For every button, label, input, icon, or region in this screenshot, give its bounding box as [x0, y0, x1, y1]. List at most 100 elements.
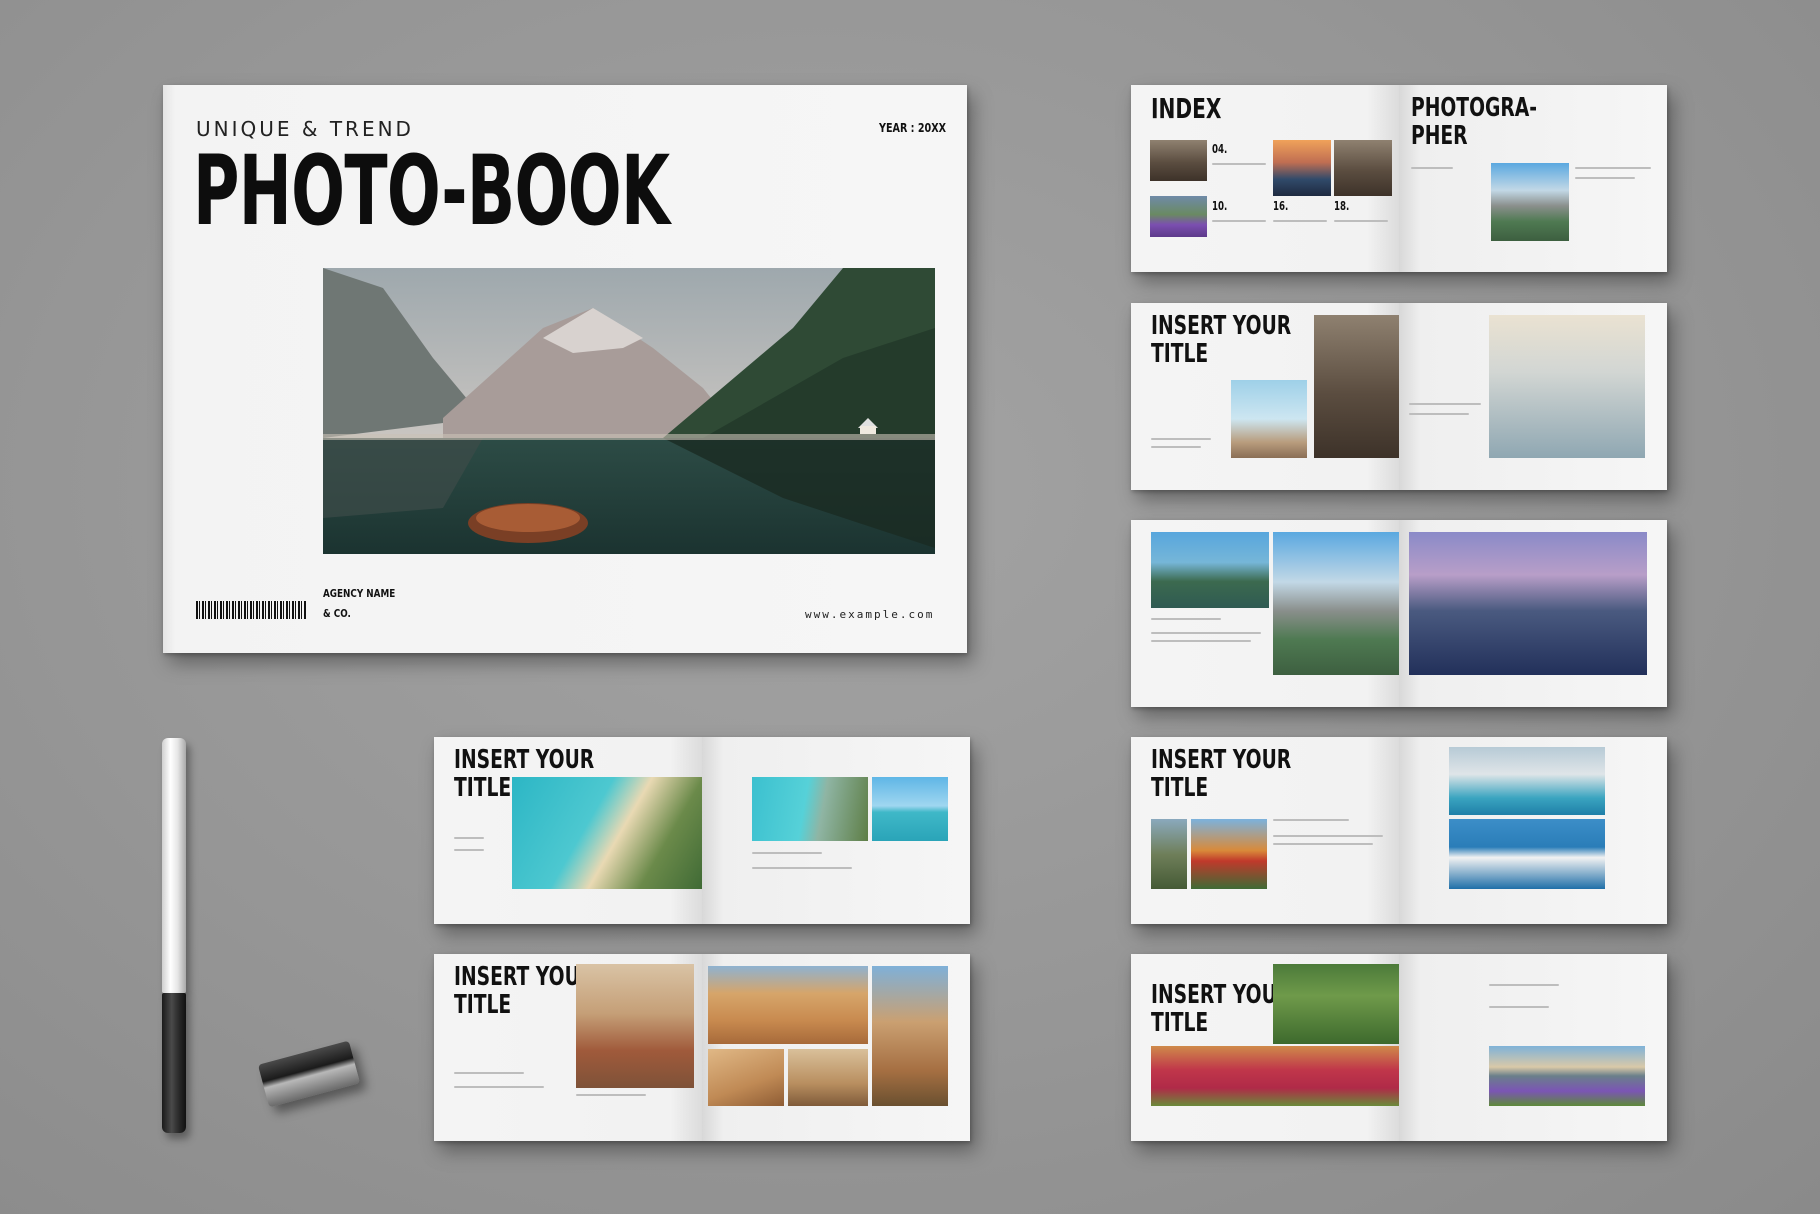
photographer-right-page: PHOTOGRA- PHER — [1399, 85, 1667, 272]
beach-photo-canal — [752, 777, 868, 841]
photographer-text-line — [1575, 167, 1651, 169]
spread2-text-line — [1409, 413, 1469, 415]
spread2-text-line — [1151, 446, 1201, 448]
cover-book: UNIQUE & TREND YEAR : 20XX PHOTO-BOOK AG… — [163, 85, 967, 653]
pen-cap — [162, 738, 186, 993]
spread5-left-page: INSERT YOUR TITLE — [1131, 954, 1399, 1141]
spread4-text-line — [1273, 843, 1373, 845]
spread-title-2: INSERT YOUR TITLE — [1131, 303, 1667, 490]
spread4-text-line — [1273, 819, 1349, 821]
spread4-title-line1: INSERT YOUR — [1151, 745, 1292, 775]
cover-photo-illustration — [323, 268, 935, 554]
index-number-04: 04. — [1212, 142, 1228, 156]
spread2-right-page — [1399, 303, 1667, 490]
spread4-left-page: INSERT YOUR TITLE — [1131, 737, 1399, 924]
arch-left-page: INSERT YOUR TITLE — [434, 954, 702, 1141]
cover-website: www.example.com — [805, 608, 935, 621]
index-text-line — [1212, 163, 1266, 165]
spread4-text-line — [1273, 835, 1383, 837]
spread4-photo-ship — [1449, 819, 1605, 889]
spread2-text-line — [1151, 438, 1211, 440]
index-thumb-2 — [1150, 196, 1207, 237]
index-number-18: 18. — [1334, 199, 1350, 213]
beach-left-page: INSERT YOUR TITLE — [434, 737, 702, 924]
beach-title-line2: TITLE — [454, 773, 512, 803]
spread5-text-line — [1489, 984, 1559, 986]
cover-title: PHOTO-BOOK — [193, 135, 670, 247]
spread4-title-line2: TITLE — [1151, 773, 1209, 803]
index-number-10: 10. — [1212, 199, 1228, 213]
index-thumb-3 — [1273, 140, 1331, 196]
spread4-photo-castle — [1191, 819, 1267, 889]
spread2-photo-girl — [1231, 380, 1307, 458]
photographer-text-line — [1575, 177, 1635, 179]
spread2-title-line2: TITLE — [1151, 339, 1209, 369]
spread2-title-line1: INSERT YOUR — [1151, 311, 1292, 341]
beach-photo-aerial — [512, 777, 702, 889]
spread3-right-page — [1399, 520, 1667, 707]
spread5-photo-lupin — [1489, 1046, 1645, 1106]
photographer-title-line2: PHER — [1411, 121, 1468, 151]
arch-text-line — [576, 1094, 646, 1096]
agency-name: AGENCY NAME — [323, 587, 396, 600]
arch-right-page — [702, 954, 970, 1141]
binder-clip — [257, 1040, 361, 1108]
spread-title-architecture: INSERT YOUR TITLE — [434, 954, 970, 1141]
spread-title-beach: INSERT YOUR TITLE — [434, 737, 970, 924]
arch-photo-desert — [576, 964, 694, 1088]
spread3-photo-dusk — [1409, 532, 1647, 675]
spread3-left-page — [1131, 520, 1399, 707]
spread4-photo-cliff — [1151, 819, 1187, 889]
index-number-16: 16. — [1273, 199, 1289, 213]
index-thumb-1 — [1150, 140, 1207, 181]
arch-photo-colosseum — [872, 966, 948, 1106]
agency-suffix: & CO. — [323, 607, 351, 620]
spread4-photo-city — [1449, 747, 1605, 815]
spread-title-5: INSERT YOUR TITLE — [1131, 954, 1667, 1141]
pen — [158, 738, 190, 1136]
spread3-photo-mountain — [1273, 532, 1399, 675]
spread5-right-page — [1399, 954, 1667, 1141]
photographer-title-line1: PHOTOGRA- — [1411, 93, 1538, 123]
spread-index: INDEX 04. 10. 16. 18. PHOTOGRA- PHER — [1131, 85, 1667, 272]
arch-title-line1: INSERT YOUR — [454, 962, 595, 992]
spread5-title-line1: INSERT YOUR — [1151, 980, 1292, 1010]
spread-title-4: INSERT YOUR TITLE — [1131, 737, 1667, 924]
spread5-photo-redfield — [1151, 1046, 1399, 1106]
beach-photo-pier — [872, 777, 948, 841]
spread3-text-line — [1151, 632, 1261, 634]
beach-text-line — [454, 837, 484, 839]
photographer-text-line — [1411, 167, 1453, 169]
spread3-text-line — [1151, 618, 1221, 620]
index-title: INDEX — [1151, 92, 1222, 125]
arch-title-line2: TITLE — [454, 990, 512, 1020]
arch-text-line — [454, 1086, 544, 1088]
arch-photo-stairs — [708, 1049, 784, 1106]
index-left-page: INDEX 04. 10. 16. 18. — [1131, 85, 1399, 272]
index-thumb-4 — [1334, 140, 1392, 196]
index-text-line — [1212, 220, 1266, 222]
arch-photo-arches — [708, 966, 868, 1044]
spread5-title-line2: TITLE — [1151, 1008, 1209, 1038]
spread2-photo-woman — [1314, 315, 1399, 458]
arch-text-line — [454, 1072, 524, 1074]
cover-year: YEAR : 20XX — [879, 121, 947, 135]
spread2-left-page: INSERT YOUR TITLE — [1131, 303, 1399, 490]
spread2-photo-sailboat — [1489, 315, 1645, 458]
index-text-line — [1334, 220, 1388, 222]
beach-title-line1: INSERT YOUR — [454, 745, 595, 775]
beach-text-line — [454, 849, 484, 851]
index-text-line — [1273, 220, 1327, 222]
beach-right-page — [702, 737, 970, 924]
pen-body — [162, 993, 186, 1133]
spread5-photo-road — [1273, 964, 1399, 1044]
arch-photo-hall — [788, 1049, 868, 1106]
spread4-right-page — [1399, 737, 1667, 924]
spread5-text-line — [1489, 1006, 1549, 1008]
cover-photo-lake — [323, 268, 935, 554]
spread-landscape-3 — [1131, 520, 1667, 707]
spread2-text-line — [1409, 403, 1481, 405]
beach-text-line — [752, 867, 852, 869]
spread3-photo-lake — [1151, 532, 1269, 608]
barcode — [196, 601, 306, 619]
